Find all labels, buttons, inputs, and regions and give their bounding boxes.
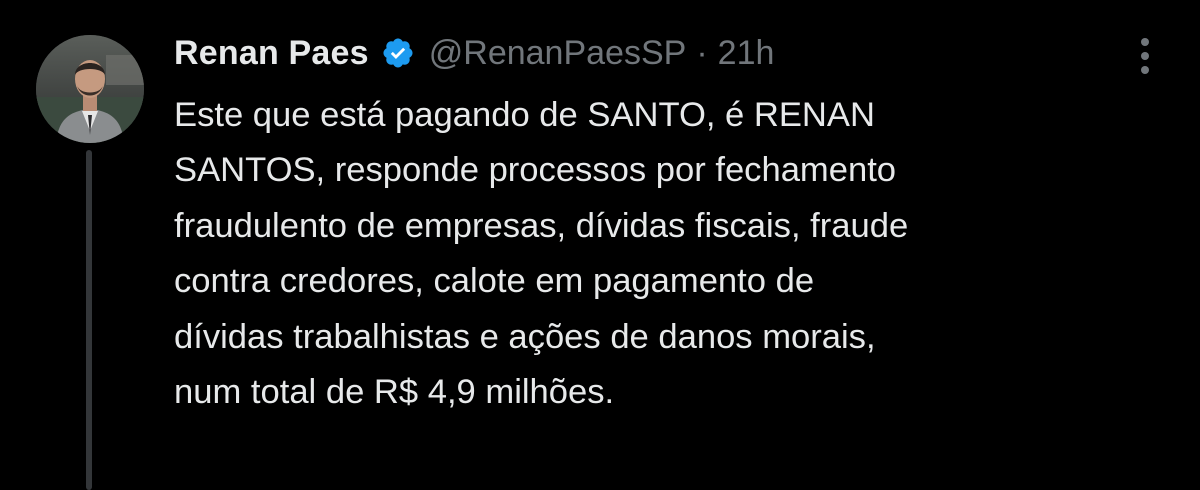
- tweet-text: Este que está pagando de SANTO, é RENAN …: [174, 88, 1174, 420]
- tweet-text-line: Este que está pagando de SANTO, é RENAN: [174, 96, 875, 134]
- tweet-timestamp[interactable]: 21h: [718, 34, 775, 73]
- tweet-text-line: num total de R$ 4,9 milhões.: [174, 373, 615, 412]
- avatar[interactable]: [36, 35, 144, 143]
- tweet-header: Renan Paes @RenanPaesSP · 21h: [174, 30, 774, 76]
- thread-connector-line: [86, 150, 92, 490]
- more-options-icon[interactable]: [1133, 38, 1157, 74]
- author-handle[interactable]: @RenanPaesSP: [429, 34, 687, 73]
- tweet-text-line: SANTOS, responde processos por fechament…: [174, 151, 897, 190]
- author-display-name[interactable]: Renan Paes: [174, 34, 369, 73]
- tweet-text-line: fraudulento de empresas, dívidas fiscais…: [174, 206, 909, 245]
- tweet-text-line: dívidas trabalhistas e ações de danos mo…: [174, 317, 876, 356]
- header-separator: ·: [696, 33, 708, 72]
- tweet[interactable]: Renan Paes @RenanPaesSP · 21h Este que e…: [0, 0, 1200, 490]
- avatar-photo: [36, 35, 144, 143]
- verified-badge-icon: [381, 36, 415, 70]
- tweet-text-line: contra credores, calote em pagamento de: [174, 262, 815, 301]
